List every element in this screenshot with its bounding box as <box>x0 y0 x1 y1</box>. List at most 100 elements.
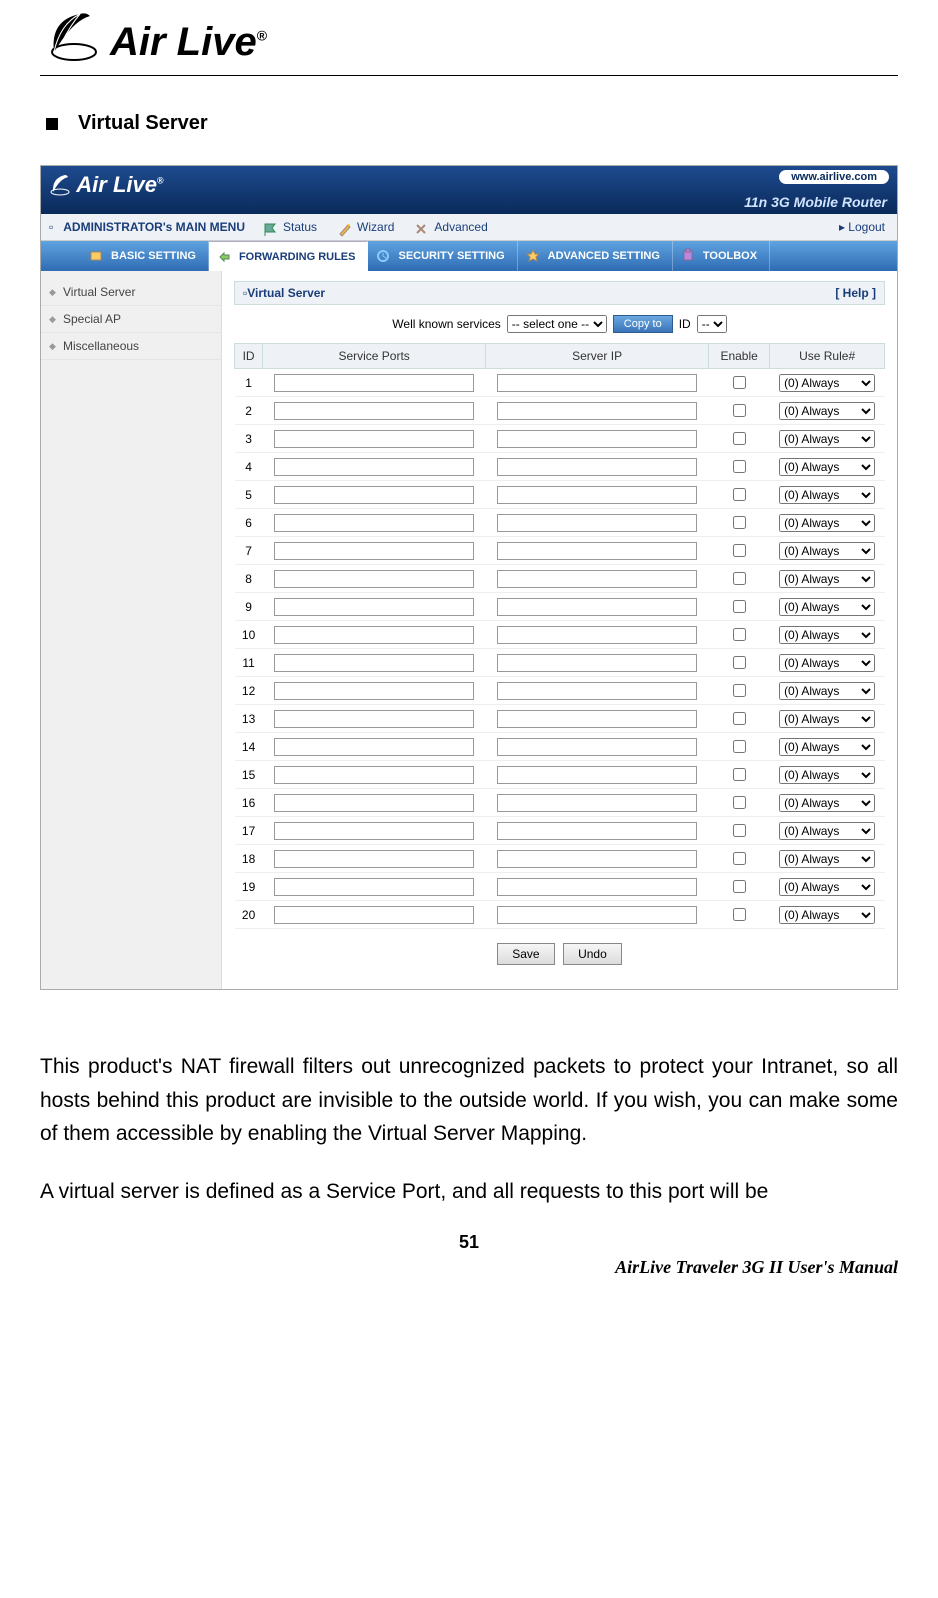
service-ports-input[interactable] <box>274 486 473 504</box>
server-ip-input[interactable] <box>497 766 696 784</box>
use-rule-select[interactable]: (0) Always <box>779 626 875 644</box>
use-rule-select[interactable]: (0) Always <box>779 570 875 588</box>
enable-checkbox[interactable] <box>733 740 746 753</box>
wk-services-select[interactable]: -- select one -- <box>507 315 607 333</box>
enable-checkbox[interactable] <box>733 600 746 613</box>
service-ports-input[interactable] <box>274 850 473 868</box>
use-rule-select[interactable]: (0) Always <box>779 766 875 784</box>
server-ip-input[interactable] <box>497 598 696 616</box>
sidebar-item-miscellaneous[interactable]: Miscellaneous <box>41 333 221 360</box>
server-ip-input[interactable] <box>497 654 696 672</box>
service-ports-input[interactable] <box>274 514 473 532</box>
server-ip-input[interactable] <box>497 906 696 924</box>
tab-basic-setting[interactable]: BASIC SETTING <box>81 241 209 271</box>
use-rule-select[interactable]: (0) Always <box>779 710 875 728</box>
server-ip-input[interactable] <box>497 514 696 532</box>
server-ip-input[interactable] <box>497 374 696 392</box>
service-ports-input[interactable] <box>274 570 473 588</box>
enable-checkbox[interactable] <box>733 572 746 585</box>
service-ports-input[interactable] <box>274 542 473 560</box>
enable-checkbox[interactable] <box>733 768 746 781</box>
enable-checkbox[interactable] <box>733 404 746 417</box>
server-ip-input[interactable] <box>497 570 696 588</box>
server-ip-input[interactable] <box>497 822 696 840</box>
service-ports-input[interactable] <box>274 430 473 448</box>
use-rule-select[interactable]: (0) Always <box>779 542 875 560</box>
tab-forwarding-rules[interactable]: FORWARDING RULES <box>209 241 369 271</box>
service-ports-input[interactable] <box>274 738 473 756</box>
enable-checkbox[interactable] <box>733 852 746 865</box>
sidebar-item-special-ap[interactable]: Special AP <box>41 306 221 333</box>
enable-checkbox[interactable] <box>733 796 746 809</box>
enable-checkbox[interactable] <box>733 432 746 445</box>
server-ip-input[interactable] <box>497 710 696 728</box>
use-rule-select[interactable]: (0) Always <box>779 514 875 532</box>
undo-button[interactable]: Undo <box>563 943 622 965</box>
server-ip-input[interactable] <box>497 542 696 560</box>
server-ip-input[interactable] <box>497 850 696 868</box>
service-ports-input[interactable] <box>274 822 473 840</box>
enable-checkbox[interactable] <box>733 712 746 725</box>
use-rule-select[interactable]: (0) Always <box>779 654 875 672</box>
service-ports-input[interactable] <box>274 654 473 672</box>
service-ports-input[interactable] <box>274 906 473 924</box>
service-ports-input[interactable] <box>274 710 473 728</box>
enable-checkbox[interactable] <box>733 516 746 529</box>
use-rule-select[interactable]: (0) Always <box>779 402 875 420</box>
service-ports-input[interactable] <box>274 458 473 476</box>
server-ip-input[interactable] <box>497 794 696 812</box>
logout-link[interactable]: ▸ Logout <box>839 220 897 234</box>
use-rule-select[interactable]: (0) Always <box>779 598 875 616</box>
service-ports-input[interactable] <box>274 794 473 812</box>
server-ip-input[interactable] <box>497 458 696 476</box>
url-pill[interactable]: www.airlive.com <box>779 170 889 184</box>
server-ip-input[interactable] <box>497 402 696 420</box>
panel-title-text: Virtual Server <box>247 286 325 300</box>
use-rule-select[interactable]: (0) Always <box>779 906 875 924</box>
tab-security-setting[interactable]: SECURITY SETTING <box>368 241 517 271</box>
service-ports-input[interactable] <box>274 878 473 896</box>
server-ip-input[interactable] <box>497 878 696 896</box>
server-ip-input[interactable] <box>497 486 696 504</box>
server-ip-input[interactable] <box>497 682 696 700</box>
use-rule-select[interactable]: (0) Always <box>779 458 875 476</box>
use-rule-select[interactable]: (0) Always <box>779 374 875 392</box>
service-ports-input[interactable] <box>274 402 473 420</box>
menu-status[interactable]: Status <box>255 220 329 234</box>
server-ip-input[interactable] <box>497 626 696 644</box>
service-ports-input[interactable] <box>274 598 473 616</box>
use-rule-select[interactable]: (0) Always <box>779 738 875 756</box>
help-link[interactable]: [ Help ] <box>835 286 876 300</box>
save-button[interactable]: Save <box>497 943 554 965</box>
use-rule-select[interactable]: (0) Always <box>779 486 875 504</box>
use-rule-select[interactable]: (0) Always <box>779 850 875 868</box>
copy-to-button[interactable]: Copy to <box>613 315 673 333</box>
menu-advanced[interactable]: Advanced <box>406 220 499 234</box>
service-ports-input[interactable] <box>274 374 473 392</box>
enable-checkbox[interactable] <box>733 656 746 669</box>
enable-checkbox[interactable] <box>733 628 746 641</box>
tab-toolbox[interactable]: TOOLBOX <box>673 241 770 271</box>
enable-checkbox[interactable] <box>733 544 746 557</box>
use-rule-select[interactable]: (0) Always <box>779 878 875 896</box>
id-select[interactable]: -- <box>697 315 727 333</box>
menu-wizard[interactable]: Wizard <box>329 220 406 234</box>
service-ports-input[interactable] <box>274 626 473 644</box>
enable-checkbox[interactable] <box>733 880 746 893</box>
use-rule-select[interactable]: (0) Always <box>779 682 875 700</box>
use-rule-select[interactable]: (0) Always <box>779 794 875 812</box>
server-ip-input[interactable] <box>497 738 696 756</box>
service-ports-input[interactable] <box>274 766 473 784</box>
use-rule-select[interactable]: (0) Always <box>779 430 875 448</box>
enable-checkbox[interactable] <box>733 684 746 697</box>
enable-checkbox[interactable] <box>733 376 746 389</box>
server-ip-input[interactable] <box>497 430 696 448</box>
enable-checkbox[interactable] <box>733 908 746 921</box>
enable-checkbox[interactable] <box>733 824 746 837</box>
tab-advanced-setting[interactable]: ADVANCED SETTING <box>518 241 673 271</box>
use-rule-select[interactable]: (0) Always <box>779 822 875 840</box>
enable-checkbox[interactable] <box>733 488 746 501</box>
service-ports-input[interactable] <box>274 682 473 700</box>
sidebar-item-virtual-server[interactable]: Virtual Server <box>41 279 221 306</box>
enable-checkbox[interactable] <box>733 460 746 473</box>
